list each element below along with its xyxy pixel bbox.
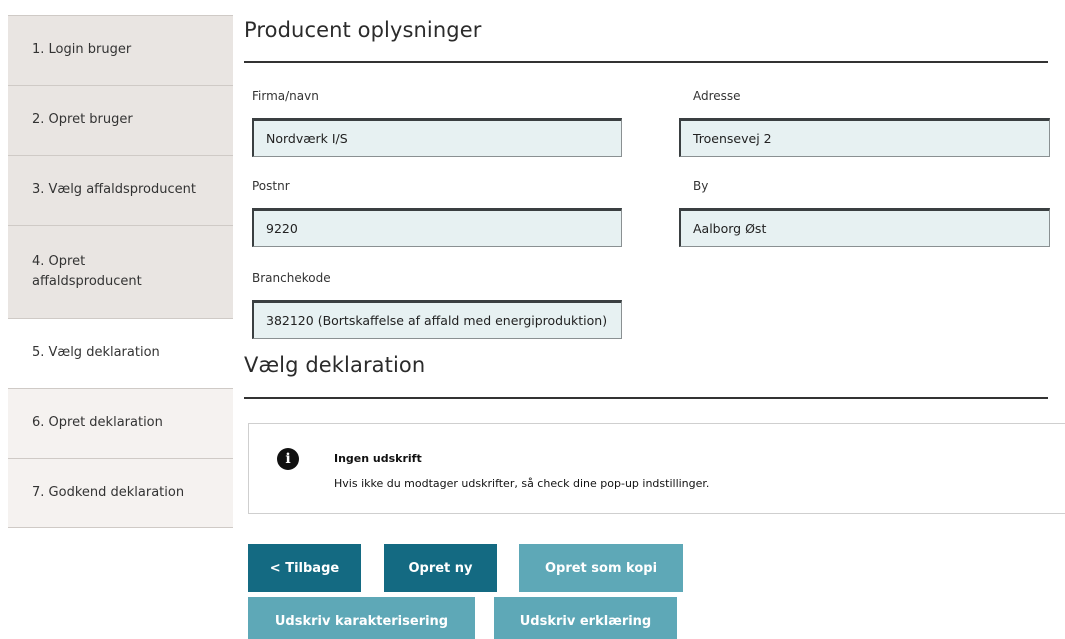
declaration-section-title: Vælg deklaration xyxy=(244,353,426,377)
step-login-bruger[interactable]: 1. Login bruger xyxy=(8,15,233,85)
step-vaelg-affaldsproducent[interactable]: 3. Vælg affaldsproducent xyxy=(8,155,233,225)
step-label: 4. Opret affaldsproducent xyxy=(32,253,142,289)
print-declaration-button[interactable]: Udskriv erklæring xyxy=(494,597,677,639)
branchekode-label: Branchekode xyxy=(252,271,331,285)
producer-section-title: Producent oplysninger xyxy=(244,18,482,42)
step-opret-deklaration[interactable]: 6. Opret deklaration xyxy=(8,388,233,458)
step-sidebar: 1. Login bruger 2. Opret bruger 3. Vælg … xyxy=(8,15,233,528)
postnr-field[interactable]: 9220 xyxy=(252,208,622,247)
step-label: 3. Vælg affaldsproducent xyxy=(32,182,196,198)
step-label: 2. Opret bruger xyxy=(32,112,133,128)
by-field[interactable]: Aalborg Øst xyxy=(679,208,1050,247)
info-title: Ingen udskrift xyxy=(334,452,422,465)
postnr-label: Postnr xyxy=(252,179,290,193)
step-opret-bruger[interactable]: 2. Opret bruger xyxy=(8,85,233,155)
info-message-box: i Ingen udskrift Hvis ikke du modtager u… xyxy=(248,423,1065,514)
step-label: 1. Login bruger xyxy=(32,42,132,58)
declaration-title-divider xyxy=(244,397,1048,399)
step-vaelg-deklaration[interactable]: 5. Vælg deklaration xyxy=(8,318,233,388)
adresse-field[interactable]: Troensevej 2 xyxy=(679,118,1050,157)
firma-field[interactable]: Nordværk I/S xyxy=(252,118,622,157)
by-label: By xyxy=(693,179,709,193)
create-copy-button[interactable]: Opret som kopi xyxy=(519,544,683,592)
adresse-label: Adresse xyxy=(693,89,741,103)
producer-title-divider xyxy=(244,61,1048,63)
print-characterization-button[interactable]: Udskriv karakterisering xyxy=(248,597,475,639)
back-button[interactable]: < Tilbage xyxy=(248,544,361,592)
info-icon: i xyxy=(277,448,299,470)
step-label: 5. Vælg deklaration xyxy=(32,345,160,361)
create-new-button[interactable]: Opret ny xyxy=(384,544,497,592)
step-label: 7. Godkend deklaration xyxy=(32,484,185,500)
firma-label: Firma/navn xyxy=(252,89,319,103)
step-label: 6. Opret deklaration xyxy=(32,415,163,431)
branchekode-field[interactable]: 382120 (Bortskaffelse af affald med ener… xyxy=(252,300,622,339)
step-godkend-deklaration[interactable]: 7. Godkend deklaration xyxy=(8,458,233,528)
step-opret-affaldsproducent[interactable]: 4. Opret affaldsproducent xyxy=(8,225,233,318)
info-text: Hvis ikke du modtager udskrifter, så che… xyxy=(334,477,710,490)
